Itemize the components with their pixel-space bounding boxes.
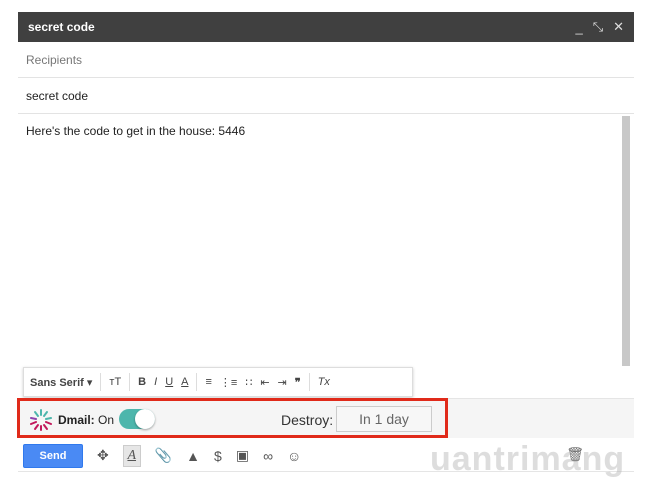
- clear-formatting-icon[interactable]: Tx: [318, 376, 330, 388]
- scrollbar[interactable]: [622, 116, 630, 366]
- close-icon[interactable]: ✕: [613, 19, 624, 35]
- divider: [129, 373, 131, 391]
- recipients-field[interactable]: Recipients: [18, 42, 634, 78]
- divider: [196, 373, 198, 391]
- dmail-toggle[interactable]: [119, 409, 155, 429]
- destroy-select[interactable]: In 1 day: [336, 406, 432, 432]
- bold-icon[interactable]: B: [138, 376, 146, 388]
- indent-more-icon[interactable]: ⇥: [278, 376, 287, 389]
- dmail-logo-icon: [30, 409, 52, 431]
- font-value: Sans Serif: [30, 376, 84, 389]
- dmail-status: Dmail: On: [58, 413, 114, 427]
- numbered-list-icon[interactable]: ⋮≡: [220, 376, 237, 389]
- message-body[interactable]: Here's the code to get in the house: 544…: [18, 114, 634, 399]
- drive-icon[interactable]: ▲: [186, 448, 200, 464]
- destroy-label: Destroy:: [281, 412, 334, 428]
- dmail-label: Dmail:: [58, 413, 95, 427]
- subject-field[interactable]: secret code: [18, 78, 634, 114]
- chevron-down-icon: ▾: [86, 376, 93, 389]
- format-toolbar: Sans Serif ▾ тT B I U A ≡ ⋮≡ ∷ ⇤ ⇥ ❞ Tx: [23, 367, 413, 397]
- send-button[interactable]: Send: [23, 443, 83, 468]
- minimize-icon[interactable]: _: [575, 20, 582, 35]
- indent-less-icon[interactable]: ⇤: [260, 376, 269, 389]
- text-color-icon[interactable]: A: [181, 376, 188, 388]
- divider: [308, 373, 310, 391]
- divider: [100, 373, 102, 391]
- emoji-icon[interactable]: ☺: [287, 448, 301, 464]
- align-icon[interactable]: ≡: [205, 376, 211, 388]
- bulleted-list-icon[interactable]: ∷: [245, 376, 252, 389]
- watermark: uantrimang: [430, 440, 626, 478]
- formatting-button[interactable]: A: [122, 444, 141, 467]
- italic-icon[interactable]: I: [154, 376, 157, 388]
- font-select[interactable]: Sans Serif ▾: [30, 376, 92, 389]
- link-icon[interactable]: ∞: [263, 448, 273, 464]
- attach-icon[interactable]: 📎: [155, 447, 172, 464]
- dmail-state: On: [98, 413, 115, 427]
- money-icon[interactable]: $: [214, 448, 222, 464]
- body-text: Here's the code to get in the house: 544…: [26, 124, 246, 138]
- dropbox-icon[interactable]: ✥: [97, 447, 109, 464]
- quote-icon[interactable]: ❞: [295, 376, 301, 389]
- font-size-icon[interactable]: тT: [109, 376, 121, 388]
- dmail-bar: Dmail: On Destroy: In 1 day: [18, 398, 634, 438]
- popout-icon[interactable]: ⤡: [593, 19, 603, 35]
- underline-icon[interactable]: U: [165, 376, 173, 388]
- compose-title: secret code: [28, 20, 95, 34]
- photo-icon[interactable]: ▣: [236, 447, 249, 464]
- compose-window: secret code _ ⤡ ✕ Recipients secret code…: [18, 12, 634, 476]
- toggle-knob: [135, 409, 155, 429]
- compose-header: secret code _ ⤡ ✕: [18, 12, 634, 42]
